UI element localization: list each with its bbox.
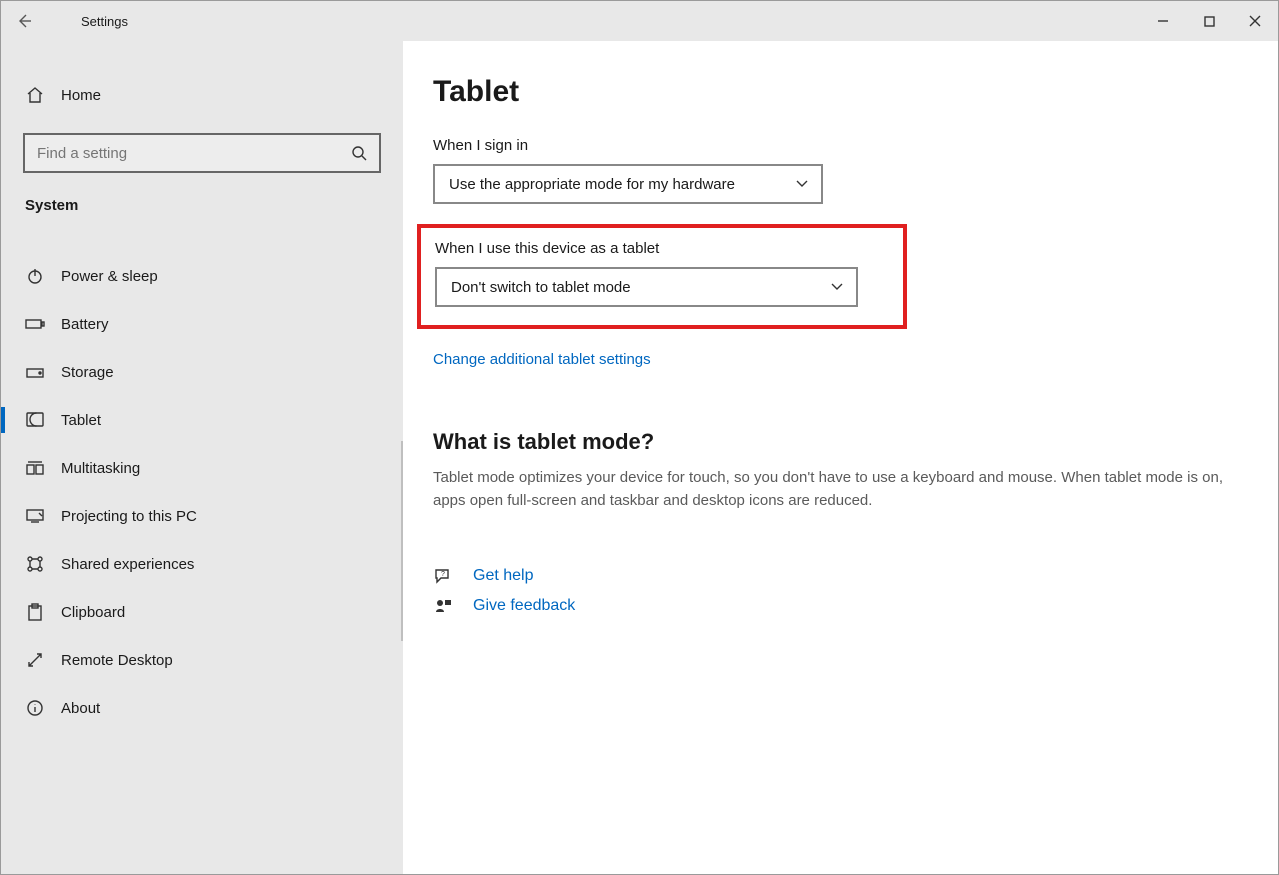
sidebar-item-label: Multitasking xyxy=(61,460,140,477)
arrow-left-icon xyxy=(15,12,33,30)
search-icon xyxy=(349,145,369,161)
sidebar-item-about[interactable]: About xyxy=(1,684,403,732)
get-help-link[interactable]: ? Get help xyxy=(433,566,1250,586)
close-button[interactable] xyxy=(1232,1,1278,41)
sidebar-item-power-sleep[interactable]: Power & sleep xyxy=(1,252,403,300)
device-dropdown-value: Don't switch to tablet mode xyxy=(451,279,631,296)
minimize-button[interactable] xyxy=(1140,1,1186,41)
sidebar-item-label: Battery xyxy=(61,316,109,333)
back-button[interactable] xyxy=(1,1,47,41)
additional-settings-link[interactable]: Change additional tablet settings xyxy=(433,351,651,368)
sidebar-item-label: Clipboard xyxy=(61,604,125,621)
sub-description: Tablet mode optimizes your device for to… xyxy=(433,467,1223,512)
sidebar-item-battery[interactable]: Battery xyxy=(1,300,403,348)
about-icon xyxy=(25,698,45,718)
titlebar: Settings xyxy=(1,1,1278,41)
window-body: Home System xyxy=(1,41,1278,874)
category-label: System xyxy=(1,183,403,222)
signin-dropdown[interactable]: Use the appropriate mode for my hardware xyxy=(433,164,823,204)
minimize-icon xyxy=(1157,15,1169,27)
search-input[interactable] xyxy=(37,145,349,162)
sidebar-item-label: Projecting to this PC xyxy=(61,508,197,525)
feedback-icon xyxy=(433,596,453,616)
projecting-icon xyxy=(25,506,45,526)
sidebar-item-label: Remote Desktop xyxy=(61,652,173,669)
chevron-down-icon xyxy=(830,280,844,294)
signin-dropdown-value: Use the appropriate mode for my hardware xyxy=(449,176,735,193)
clipboard-icon xyxy=(25,602,45,622)
highlight-annotation: When I use this device as a tablet Don't… xyxy=(417,224,907,329)
search-box[interactable] xyxy=(23,133,381,173)
window-title: Settings xyxy=(47,14,128,29)
sidebar-item-clipboard[interactable]: Clipboard xyxy=(1,588,403,636)
sub-heading: What is tablet mode? xyxy=(433,429,1250,455)
multitasking-icon xyxy=(25,458,45,478)
sidebar: Home System xyxy=(1,41,403,874)
sidebar-item-label: Tablet xyxy=(61,412,101,429)
sidebar-item-storage[interactable]: Storage xyxy=(1,348,403,396)
give-feedback-link[interactable]: Give feedback xyxy=(433,596,1250,616)
sidebar-item-shared-experiences[interactable]: Shared experiences xyxy=(1,540,403,588)
sidebar-item-tablet[interactable]: Tablet xyxy=(1,396,403,444)
battery-icon xyxy=(25,314,45,334)
home-icon xyxy=(25,85,45,105)
sidebar-item-label: Shared experiences xyxy=(61,556,194,573)
window-controls xyxy=(1140,1,1278,41)
maximize-button[interactable] xyxy=(1186,1,1232,41)
storage-icon xyxy=(25,362,45,382)
sidebar-item-multitasking[interactable]: Multitasking xyxy=(1,444,403,492)
remote-desktop-icon xyxy=(25,650,45,670)
sidebar-item-projecting[interactable]: Projecting to this PC xyxy=(1,492,403,540)
maximize-icon xyxy=(1204,16,1215,27)
help-icon: ? xyxy=(433,566,453,586)
device-label: When I use this device as a tablet xyxy=(435,240,883,257)
settings-window: Settings Home xyxy=(0,0,1279,875)
sidebar-item-label: Power & sleep xyxy=(61,268,158,285)
chevron-down-icon xyxy=(795,177,809,191)
page-title: Tablet xyxy=(433,75,1250,109)
content-area: Tablet When I sign in Use the appropriat… xyxy=(403,41,1278,874)
home-button[interactable]: Home xyxy=(1,71,403,119)
sidebar-item-label: Storage xyxy=(61,364,114,381)
svg-text:?: ? xyxy=(441,571,445,578)
feedback-label: Give feedback xyxy=(473,597,575,615)
tablet-icon xyxy=(25,410,45,430)
close-icon xyxy=(1249,15,1261,27)
signin-label: When I sign in xyxy=(433,137,1250,154)
sidebar-item-label: About xyxy=(61,700,100,717)
device-dropdown[interactable]: Don't switch to tablet mode xyxy=(435,267,858,307)
shared-experiences-icon xyxy=(25,554,45,574)
sidebar-item-remote-desktop[interactable]: Remote Desktop xyxy=(1,636,403,684)
home-label: Home xyxy=(61,87,101,104)
help-label: Get help xyxy=(473,567,533,585)
power-icon xyxy=(25,266,45,286)
nav-list: Power & sleep Battery Storage xyxy=(1,222,403,732)
